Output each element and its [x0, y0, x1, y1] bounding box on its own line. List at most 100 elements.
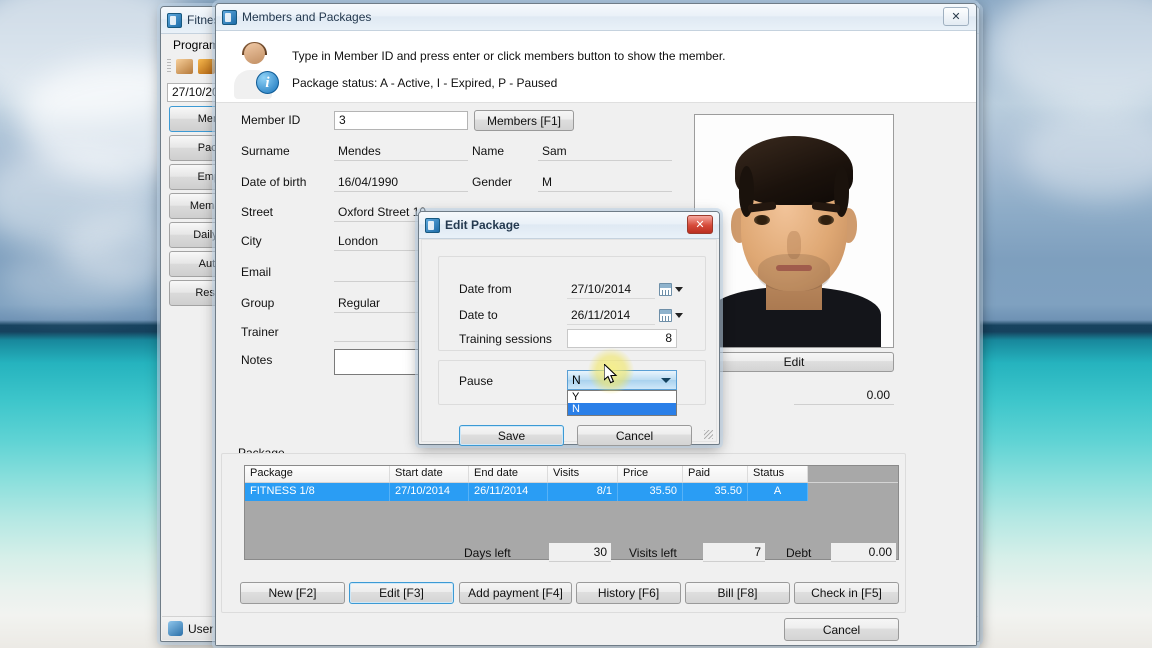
members-button[interactable]: Members [F1]: [474, 110, 574, 131]
close-icon[interactable]: ✕: [687, 215, 713, 234]
dialog-title: Edit Package: [445, 218, 520, 232]
chevron-down-icon: [675, 313, 683, 318]
gender-label: Gender: [472, 175, 512, 189]
table-header-row: Package Start date End date Visits Price…: [245, 466, 898, 483]
col-paid: Paid: [683, 466, 748, 482]
packages-toolbar-icon[interactable]: [198, 59, 215, 74]
calendar-icon: [659, 283, 672, 296]
col-status: Status: [748, 466, 808, 482]
info-bar: i Type in Member ID and press enter or c…: [216, 31, 976, 103]
col-price: Price: [618, 466, 683, 482]
dialog-body: Date from 27/10/2014 Date to 26/11/2014 …: [421, 239, 717, 442]
menu-program[interactable]: Program: [173, 38, 219, 52]
col-start-date: Start date: [390, 466, 469, 482]
debt-label: Debt: [786, 546, 811, 560]
cancel-button[interactable]: Cancel: [784, 618, 899, 641]
date-from-picker-button[interactable]: [659, 283, 683, 296]
pause-selected-value: N: [572, 373, 581, 387]
cell-filler: [808, 483, 898, 501]
date-to-input[interactable]: 26/11/2014: [567, 306, 655, 325]
new-button[interactable]: New [F2]: [240, 582, 345, 604]
cell-status: A: [748, 483, 808, 501]
dob-input[interactable]: 16/04/1990: [334, 173, 468, 192]
visits-left-value: 7: [703, 543, 765, 562]
street-label: Street: [241, 205, 273, 219]
toolbar-gripper[interactable]: [167, 59, 171, 74]
cell-start-date: 27/10/2014: [390, 483, 469, 501]
cell-visits: 8/1: [548, 483, 618, 501]
date-to-label: Date to: [459, 308, 498, 322]
main-window-titlebar[interactable]: Members and Packages ✕: [216, 4, 976, 31]
app-icon: [167, 13, 182, 28]
training-sessions-label: Training sessions: [459, 332, 552, 346]
days-left-label: Days left: [464, 546, 511, 560]
table-row[interactable]: FITNESS 1/8 27/10/2014 26/11/2014 8/1 35…: [245, 483, 898, 501]
app-icon: [222, 10, 237, 25]
date-from-input[interactable]: 27/10/2014: [567, 280, 655, 299]
cloud: [0, 150, 160, 250]
user-icon: [168, 621, 183, 636]
col-package: Package: [245, 466, 390, 482]
member-id-input[interactable]: 3: [334, 111, 468, 130]
cell-package: FITNESS 1/8: [245, 483, 390, 501]
info-avatar-icon: i: [234, 43, 278, 93]
app-icon: [425, 218, 440, 233]
member-photo: [694, 114, 894, 348]
check-in-button[interactable]: Check in [F5]: [794, 582, 899, 604]
resize-grip[interactable]: [704, 430, 713, 439]
training-sessions-input[interactable]: 8: [567, 329, 677, 348]
email-label: Email: [241, 265, 271, 279]
surname-label: Surname: [241, 144, 290, 158]
cell-end-date: 26/11/2014: [469, 483, 548, 501]
col-visits: Visits: [548, 466, 618, 482]
gender-input[interactable]: M: [538, 173, 672, 192]
desktop: Fitness ❐ ✕ Program 27/10/201 Mem Pack E…: [0, 0, 1152, 648]
pause-option-n[interactable]: N: [568, 403, 676, 415]
bill-button[interactable]: Bill [F8]: [685, 582, 790, 604]
pause-option-y[interactable]: Y: [568, 391, 676, 403]
name-input[interactable]: Sam: [538, 142, 672, 161]
chevron-down-icon: [661, 378, 671, 383]
col-end-date: End date: [469, 466, 548, 482]
dialog-save-button[interactable]: Save: [459, 425, 564, 446]
cloud: [990, 0, 1152, 110]
photo-edit-button[interactable]: Edit: [694, 352, 894, 372]
cloud: [0, 250, 150, 310]
debt-value: 0.00: [831, 543, 896, 562]
info-line-1: Type in Member ID and press enter or cli…: [292, 49, 726, 63]
status-user-label: User: [188, 622, 213, 636]
cell-price: 35.50: [618, 483, 683, 501]
group-label: Group: [241, 296, 274, 310]
info-badge: i: [256, 71, 279, 94]
edit-button[interactable]: Edit [F3]: [349, 582, 454, 604]
dob-label: Date of birth: [241, 175, 306, 189]
main-window-title: Members and Packages: [242, 10, 371, 24]
close-icon[interactable]: ✕: [943, 7, 969, 26]
days-left-value: 30: [549, 543, 611, 562]
cell-paid: 35.50: [683, 483, 748, 501]
history-button[interactable]: History [F6]: [576, 582, 681, 604]
members-toolbar-icon[interactable]: [176, 59, 193, 74]
city-label: City: [241, 234, 262, 248]
trainer-label: Trainer: [241, 325, 279, 339]
click-highlight: [588, 348, 634, 394]
date-to-picker-button[interactable]: [659, 309, 683, 322]
dialog-cancel-button[interactable]: Cancel: [577, 425, 692, 446]
dialog-titlebar[interactable]: Edit Package ✕: [419, 212, 719, 239]
col-filler: [808, 466, 898, 482]
add-payment-button[interactable]: Add payment [F4]: [459, 582, 572, 604]
calendar-icon: [659, 309, 672, 322]
pause-dropdown-list[interactable]: Y N: [567, 390, 677, 416]
name-label: Name: [472, 144, 504, 158]
notes-label: Notes: [241, 353, 272, 367]
visits-left-label: Visits left: [629, 546, 677, 560]
member-id-label: Member ID: [241, 113, 300, 127]
surname-input[interactable]: Mendes: [334, 142, 468, 161]
pause-label: Pause: [459, 374, 493, 388]
date-from-label: Date from: [459, 282, 512, 296]
chevron-down-icon: [675, 287, 683, 292]
cloud: [1020, 110, 1152, 200]
info-line-2: Package status: A - Active, I - Expired,…: [292, 76, 557, 90]
edit-package-dialog[interactable]: Edit Package ✕ Date from 27/10/2014 Date…: [418, 211, 720, 445]
total-debt-value: 0.00: [794, 386, 894, 405]
